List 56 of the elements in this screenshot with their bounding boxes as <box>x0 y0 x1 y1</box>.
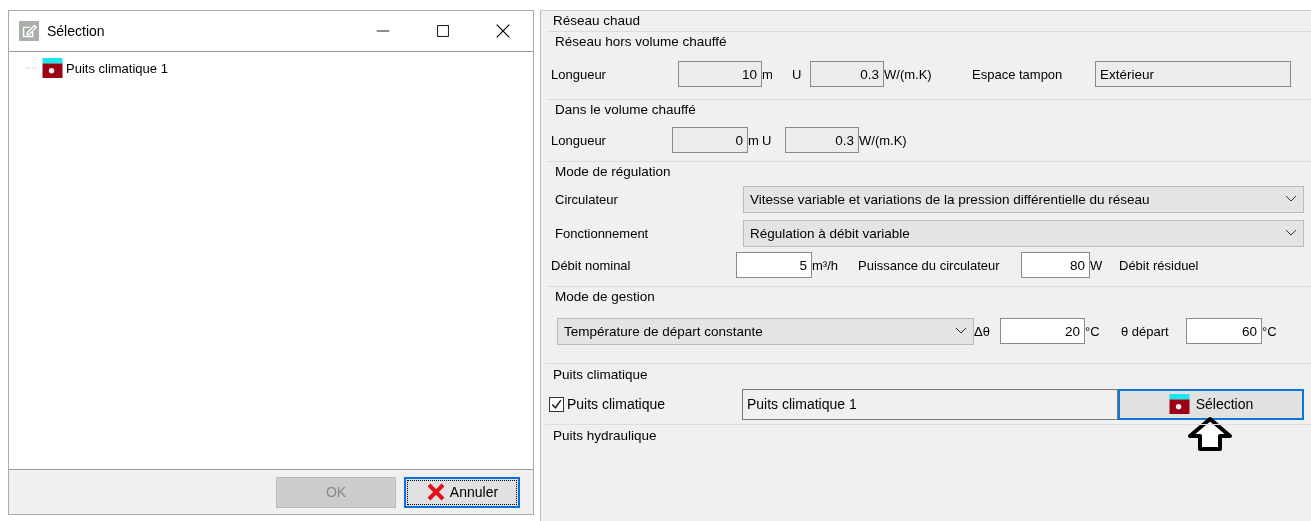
maximize-icon[interactable] <box>434 22 452 40</box>
well-icon <box>1168 394 1190 414</box>
group-title: Réseau hors volume chauffé <box>554 33 727 51</box>
field-label: Δθ <box>974 323 991 339</box>
dropdown[interactable]: Régulation à débit variable <box>743 219 1304 247</box>
checkbox-label[interactable]: Puits climatique <box>567 396 666 412</box>
cross-icon <box>425 482 446 502</box>
field-label: W/(m.K) <box>859 132 908 148</box>
field-label: Espace tampon <box>972 66 1064 82</box>
chevron-down-icon <box>955 327 967 335</box>
number-field[interactable]: 60 <box>1186 318 1262 344</box>
field-label: W/(m.K) <box>884 66 933 82</box>
field-label: m <box>748 132 760 148</box>
field-label: W <box>1090 257 1104 273</box>
field-label: Longueur <box>551 66 607 82</box>
field-label: Débit nominal <box>551 257 632 273</box>
dropdown[interactable]: Vitesse variable et variations de la pression différentielle du réseau <box>743 185 1304 213</box>
field-label: °C <box>1262 323 1278 339</box>
window-title: Sélection <box>47 23 106 39</box>
field-label: °C <box>1085 323 1101 339</box>
group-title: Mode de gestion <box>554 288 655 306</box>
group-title: Puits hydraulique <box>552 427 657 445</box>
chevron-down-icon <box>1285 195 1297 203</box>
field-label: Circulateur <box>555 191 619 207</box>
field-label: Puissance du circulateur <box>858 257 1001 273</box>
field-label: U <box>792 66 803 82</box>
cancel-button[interactable]: Annuler <box>404 476 520 508</box>
group-title: Mode de régulation <box>554 163 671 181</box>
dropdown[interactable]: Température de départ constante <box>557 317 974 345</box>
field-label: U <box>762 132 773 148</box>
field-label: m <box>762 66 774 82</box>
number-field[interactable]: 0.3 <box>785 127 859 153</box>
edit-icon <box>19 21 39 41</box>
group-title: Puits climatique <box>552 366 648 384</box>
chevron-down-icon <box>1285 229 1297 237</box>
field-label: Fonctionnement <box>555 225 650 241</box>
up-arrow-icon <box>1186 415 1234 452</box>
field-label: θ départ <box>1121 323 1170 339</box>
checkbox[interactable] <box>549 396 564 412</box>
number-field[interactable]: 80 <box>1021 252 1090 278</box>
text-field[interactable]: Puits climatique 1 <box>742 388 1118 420</box>
close-icon[interactable] <box>494 22 512 40</box>
selection-button[interactable]: Sélection <box>1118 388 1304 420</box>
number-field[interactable]: 20 <box>1000 318 1085 344</box>
number-field[interactable]: 0.3 <box>810 61 884 87</box>
group-title: Réseau chaud <box>552 12 641 30</box>
field-label: Longueur <box>551 132 607 148</box>
number-field[interactable]: 0 <box>672 127 748 153</box>
number-field[interactable]: 10 <box>678 61 762 87</box>
text-field[interactable]: Extérieur <box>1095 61 1291 87</box>
field-label: m³/h <box>812 257 839 273</box>
group-title: Dans le volume chauffé <box>554 101 696 119</box>
tree-item[interactable]: Puits climatique 1 <box>66 60 168 76</box>
field-label: Débit résiduel <box>1119 257 1200 273</box>
well-icon <box>42 58 63 78</box>
number-field[interactable]: 5 <box>736 252 812 278</box>
